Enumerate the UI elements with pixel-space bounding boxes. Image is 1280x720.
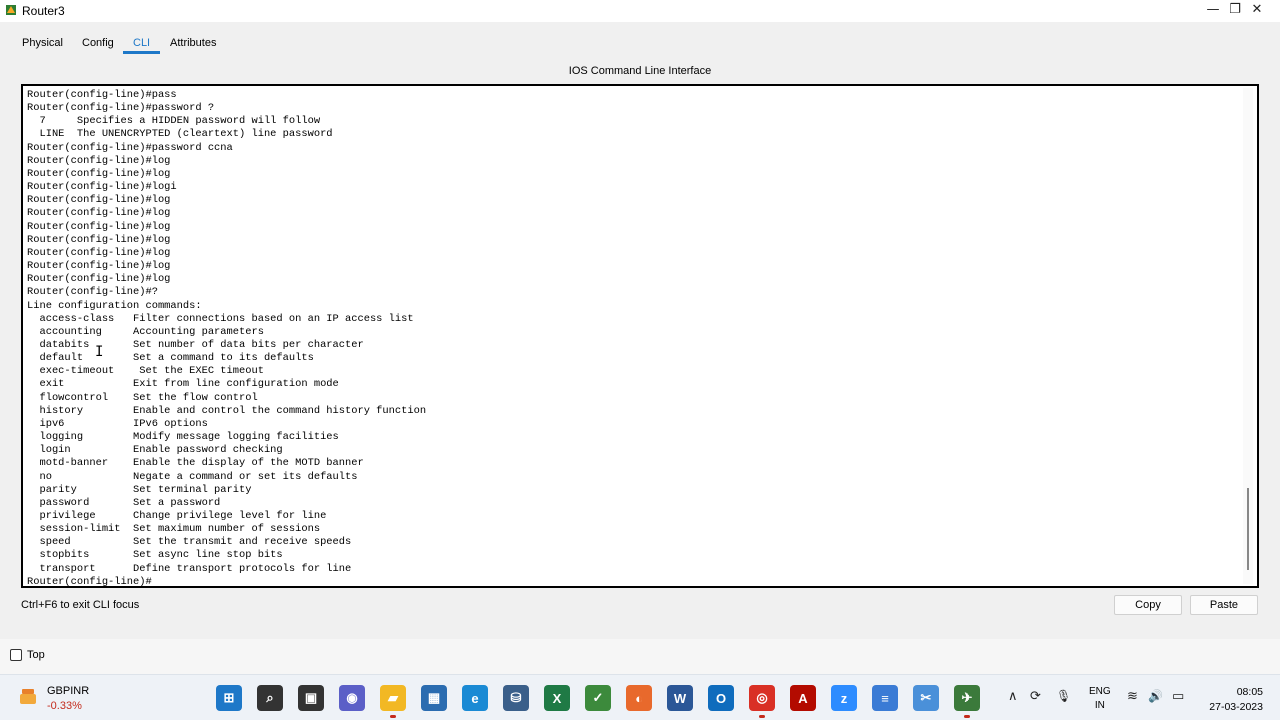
close-button[interactable]: ✕ — [1235, 0, 1279, 22]
top-label: Top — [27, 649, 45, 661]
terminal-line: password Set a password — [27, 496, 221, 509]
stock-widget-icon[interactable] — [18, 686, 38, 706]
running-indicator — [964, 715, 970, 718]
terminal-line: stopbits Set async line stop bits — [27, 549, 283, 562]
network-app-icon[interactable]: ⛁ — [503, 685, 529, 711]
terminal-line: exit Exit from line configuration mode — [27, 378, 339, 391]
terminal-line: access-class Filter connections based on… — [27, 312, 414, 325]
cli-terminal[interactable]: Router(config-line)#pass Router(config-li… — [21, 84, 1259, 588]
terminal-line: default Set a command to its defaults — [27, 352, 314, 365]
taskbar: GBPINR -0.33% ⊞ ⌕ ▣ ◉ ▰ ▦ e ⛁ X ✓ ◐ W O ◎ Az ≡ ✂ ✈ ∧ ⟳ 🎙 … — [0, 674, 1280, 720]
running-indicator — [759, 715, 765, 718]
terminal-line: Router(config-line)#log — [27, 194, 171, 207]
running-indicator — [390, 715, 396, 718]
project-icon[interactable]: ✓ — [585, 685, 611, 711]
router3-window: Router3 — ❐ ✕ Physical Config CLI Attrib… — [0, 0, 1280, 674]
active-tab-indicator — [123, 51, 160, 54]
terminal-line: flowcontrol Set the flow control — [27, 391, 258, 404]
window-title: Router3 — [22, 4, 65, 18]
clock-time: 08:05 — [1236, 686, 1263, 698]
terminal-line: ipv6 IPv6 options — [27, 417, 208, 430]
terminal-line: speed Set the transmit and receive speed… — [27, 536, 352, 549]
tab-physical[interactable]: Physical — [22, 37, 63, 49]
clock[interactable]: 08:05 27-03-2023 — [1205, 685, 1263, 715]
copy-button[interactable]: Copy — [1114, 595, 1182, 615]
start-icon[interactable]: ⊞ — [216, 685, 242, 711]
terminal-line: exec-timeout Set the EXEC timeout — [27, 365, 264, 378]
tab-attributes[interactable]: Attributes — [170, 37, 216, 49]
word-icon[interactable]: W — [667, 685, 693, 711]
terminal-line: Router(config-line)#log — [27, 273, 171, 286]
outlook-icon[interactable]: O — [708, 685, 734, 711]
microphone-icon[interactable]: 🎙 — [1056, 689, 1071, 703]
terminal-line: no Negate a command or set its defaults — [27, 470, 358, 483]
title-bar: Router3 — ❐ ✕ — [0, 0, 1280, 22]
terminal-line: transport Define transport protocols for… — [27, 562, 352, 575]
terminal-line: Router(config-line)#log — [27, 207, 171, 220]
terminal-line: Router(config-line)#logi — [27, 181, 177, 194]
terminal-line: Router(config-line)#log — [27, 246, 171, 259]
terminal-line: Line configuration commands: — [27, 299, 202, 312]
lang-top: ENG — [1089, 686, 1111, 697]
terminal-line: parity Set terminal parity — [27, 483, 252, 496]
lang-bottom: IN — [1094, 700, 1105, 711]
volume-icon[interactable]: 🔊 — [1148, 689, 1163, 703]
excel-icon[interactable]: X — [544, 685, 570, 711]
tab-config[interactable]: Config — [82, 37, 114, 49]
paste-button[interactable]: Paste — [1190, 595, 1258, 615]
file-explorer-icon[interactable]: ▰ — [380, 685, 406, 711]
text-cursor-icon: I — [95, 344, 104, 360]
battery-icon[interactable]: ▭ — [1172, 689, 1184, 704]
terminal-line: Router(config-line)# — [27, 575, 152, 588]
tab-cli[interactable]: CLI — [133, 37, 150, 49]
terminal-line: Router(config-line)#log — [27, 154, 171, 167]
top-checkbox[interactable] — [10, 649, 22, 661]
terminal-line: Router(config-line)#password ccna — [27, 141, 233, 154]
terminal-line: LINE The UNENCRYPTED (cleartext) line pa… — [27, 128, 333, 141]
scrollbar-thumb[interactable] — [1247, 488, 1249, 570]
terminal-line: 7 Specifies a HIDDEN password will follo… — [27, 115, 321, 128]
packet-tracer-icon[interactable]: ✈ — [954, 685, 980, 711]
terminal-line: history Enable and control the command h… — [27, 404, 427, 417]
terminal-line: databits Set number of data bits per cha… — [27, 338, 364, 351]
stock-change: -0.33% — [47, 700, 82, 712]
top-option-row: Top — [0, 639, 1280, 674]
terminal-line: Router(config-line)#? — [27, 286, 158, 299]
terminal-line: Router(config-line)#log — [27, 233, 171, 246]
firefox-icon[interactable]: ◐ — [626, 685, 652, 711]
terminal-line: motd-banner Enable the display of the MO… — [27, 457, 364, 470]
notepad-icon[interactable]: ≡ — [872, 685, 898, 711]
cli-header: IOS Command Line Interface — [568, 65, 712, 77]
terminal-line: privilege Change privilege level for lin… — [27, 510, 327, 522]
task-view-icon[interactable]: ▣ — [298, 685, 324, 711]
acrobat-icon[interactable]: A — [790, 685, 816, 711]
packet-tracer-app-icon — [6, 5, 16, 15]
terminal-output: Router(config-line)#pass Router(config-li… — [27, 89, 427, 588]
wifi-icon[interactable]: ≋ — [1127, 689, 1138, 704]
stock-name: GBPINR — [47, 685, 90, 697]
store-icon[interactable]: ▦ — [421, 685, 447, 711]
tray-overflow-icon[interactable]: ∧ — [1008, 689, 1018, 704]
terminal-line: session-limit Set maximum number of sess… — [27, 523, 321, 536]
snipping-icon[interactable]: ✂ — [913, 685, 939, 711]
chat-icon[interactable]: ◉ — [339, 685, 365, 711]
terminal-line: Router(config-line)#pass — [27, 89, 177, 101]
terminal-line: accounting Accounting parameters — [27, 325, 264, 338]
terminal-line: logging Modify message logging facilitie… — [27, 431, 339, 444]
clock-date: 27-03-2023 — [1209, 701, 1263, 713]
terminal-line: Router(config-line)#log — [27, 167, 171, 180]
edge-icon[interactable]: e — [462, 685, 488, 711]
sync-icon[interactable]: ⟳ — [1030, 689, 1041, 704]
zoom-icon[interactable]: z — [831, 685, 857, 711]
terminal-line: login Enable password checking — [27, 444, 283, 457]
terminal-line: Router(config-line)#log — [27, 220, 171, 233]
terminal-line: Router(config-line)#password ? — [27, 102, 215, 115]
search-icon[interactable]: ⌕ — [257, 685, 283, 711]
chrome-icon[interactable]: ◎ — [749, 685, 775, 711]
language-indicator[interactable]: ENG IN — [1089, 685, 1111, 713]
cli-focus-hint: Ctrl+F6 to exit CLI focus — [21, 599, 140, 611]
terminal-line: Router(config-line)#log — [27, 260, 171, 273]
